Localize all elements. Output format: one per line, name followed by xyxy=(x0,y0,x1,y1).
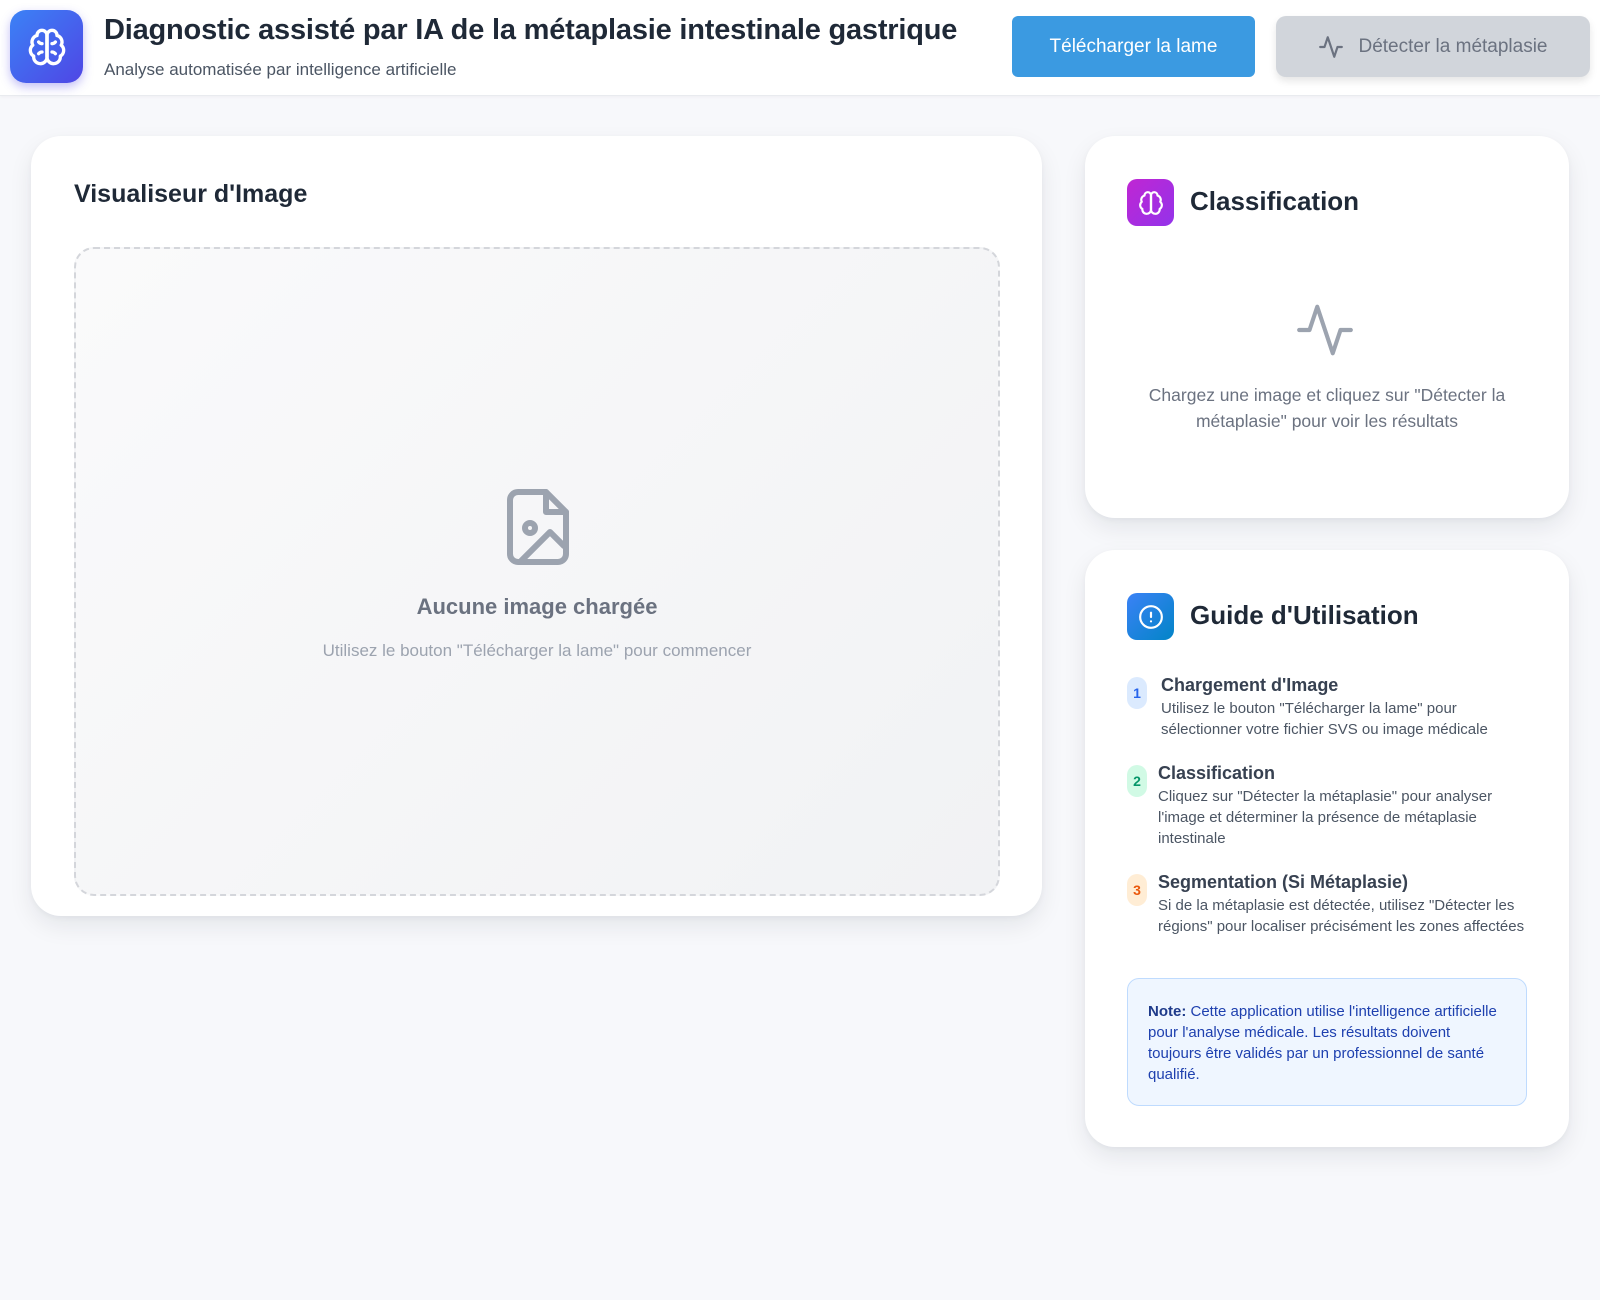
activity-icon xyxy=(1319,35,1344,58)
brain-icon xyxy=(1127,179,1174,226)
activity-icon xyxy=(1297,304,1353,356)
detect-metaplasia-button[interactable]: Détecter la métaplasie xyxy=(1276,16,1590,77)
detect-metaplasia-label: Détecter la métaplasie xyxy=(1358,35,1548,57)
disclaimer-note: Note: Cette application utilise l'intell… xyxy=(1127,978,1527,1106)
note-text: Cette application utilise l'intelligence… xyxy=(1148,1003,1497,1083)
brain-icon xyxy=(10,10,83,83)
image-file-icon xyxy=(507,489,569,565)
empty-viewer-hint: Utilisez le bouton "Télécharger la lame"… xyxy=(322,641,752,660)
classification-empty-message: Chargez une image et cliquez sur "Détect… xyxy=(1148,385,1506,431)
step-description: Cliquez sur "Détecter la métaplasie" pou… xyxy=(1158,788,1493,847)
image-dropzone[interactable]: Aucune image chargée Utilisez le bouton … xyxy=(74,247,1000,896)
note-label: Note: xyxy=(1148,1003,1187,1020)
step-number-badge: 2 xyxy=(1127,765,1147,797)
classification-title: Classification xyxy=(1190,186,1360,216)
usage-guide-card: Guide d'Utilisation 1 Chargement d'Image… xyxy=(1085,550,1569,1147)
step-title: Classification xyxy=(1158,763,1276,783)
app-header: Diagnostic assisté par IA de la métaplas… xyxy=(0,0,1600,96)
step-number-badge: 1 xyxy=(1127,677,1147,709)
page-title: Diagnostic assisté par IA de la métaplas… xyxy=(104,14,958,46)
upload-slide-label: Télécharger la lame xyxy=(1049,35,1218,57)
page-subtitle: Analyse automatisée par intelligence art… xyxy=(104,60,457,79)
step-title: Chargement d'Image xyxy=(1161,675,1339,695)
step-description: Si de la métaplasie est détectée, utilis… xyxy=(1158,897,1525,935)
step-title: Segmentation (Si Métaplasie) xyxy=(1158,872,1409,892)
step-description: Utilisez le bouton "Télécharger la lame"… xyxy=(1161,700,1488,738)
image-viewer-card: Visualiseur d'Image Aucune image chargée… xyxy=(31,136,1042,916)
empty-viewer-title: Aucune image chargée xyxy=(416,594,658,619)
usage-guide-title: Guide d'Utilisation xyxy=(1190,600,1419,630)
step-number-badge: 3 xyxy=(1127,874,1147,906)
image-viewer-title: Visualiseur d'Image xyxy=(74,180,308,208)
classification-card: Classification Chargez une image et cliq… xyxy=(1085,136,1569,518)
info-icon xyxy=(1127,593,1174,640)
upload-slide-button[interactable]: Télécharger la lame xyxy=(1012,16,1255,77)
